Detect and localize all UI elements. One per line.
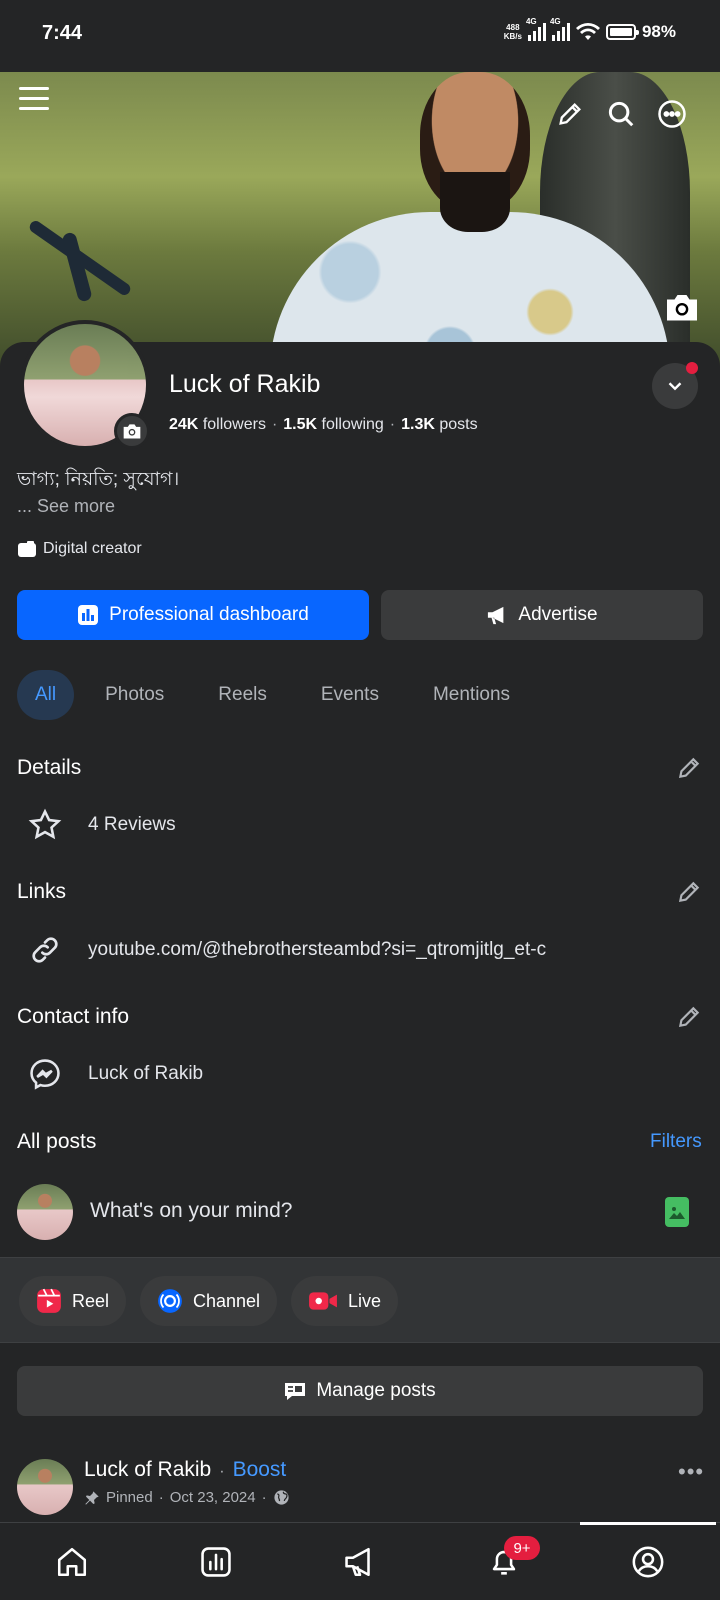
reel-icon: [37, 1288, 61, 1313]
photo-icon[interactable]: [665, 1197, 689, 1227]
post-date: Oct 23, 2024: [169, 1489, 256, 1506]
all-posts-title: All posts: [17, 1130, 97, 1153]
see-more-link[interactable]: ... See more: [17, 496, 115, 517]
battery-icon: [605, 24, 639, 40]
professional-dashboard-button[interactable]: Professional dashboard: [17, 590, 369, 640]
edit-contact-icon[interactable]: [676, 1004, 704, 1032]
dashboard-nav-icon[interactable]: [194, 1540, 238, 1584]
category-icon: [18, 541, 36, 557]
profile-stats: 24K followers · 1.5K following · 1.3K po…: [169, 416, 478, 434]
ads-nav-icon[interactable]: [338, 1540, 382, 1584]
messenger-icon: [24, 1053, 66, 1095]
edit-details-icon[interactable]: [676, 755, 704, 783]
tab-mentions[interactable]: Mentions: [410, 670, 533, 720]
signal-icon-2: 4G: [550, 17, 570, 41]
tab-reels[interactable]: Reels: [195, 670, 290, 720]
post-meta: Pinned · Oct 23, 2024 ·: [84, 1489, 290, 1506]
home-icon[interactable]: [50, 1540, 94, 1584]
dashboard-icon: [78, 605, 99, 625]
more-options-icon[interactable]: [654, 96, 690, 132]
wifi-icon: [575, 23, 600, 40]
status-time: 7:44: [42, 22, 83, 44]
reviews-row[interactable]: 4 Reviews: [24, 804, 176, 846]
contact-title: Contact info: [17, 1005, 130, 1028]
edit-links-icon[interactable]: [676, 879, 704, 907]
manage-posts-button[interactable]: Manage posts: [17, 1366, 703, 1416]
following-stat[interactable]: 1.5K following: [283, 416, 384, 434]
details-title: Details: [17, 756, 82, 779]
status-bar: 7:44 488 KB/s 4G 4G 98%: [0, 0, 720, 72]
menu-icon[interactable]: [18, 82, 50, 114]
notification-dot: [686, 362, 698, 374]
posts-stat[interactable]: 1.3K posts: [401, 416, 478, 434]
nav-indicator: [580, 1522, 716, 1525]
link-icon: [24, 929, 66, 971]
battery-level: 98%: [641, 22, 676, 41]
link-row[interactable]: youtube.com/@thebrothersteambd?si=_qtrom…: [24, 929, 546, 971]
tab-all[interactable]: All: [17, 670, 75, 720]
pin-icon: [85, 1490, 99, 1505]
filters-link[interactable]: Filters: [650, 1131, 702, 1153]
reel-button[interactable]: Reel: [19, 1276, 127, 1326]
post-author-name[interactable]: Luck of Rakib: [84, 1458, 211, 1482]
star-icon: [24, 804, 66, 846]
megaphone-icon: [488, 606, 504, 625]
chevron-down-icon: [668, 382, 682, 391]
content-tabs: All Photos Reels Events Mentions: [17, 670, 533, 720]
edit-profile-icon[interactable]: [552, 96, 588, 132]
status-icons: 488 KB/s 4G 4G 98%: [503, 17, 676, 42]
avatar-camera-icon[interactable]: [114, 413, 150, 449]
composer-avatar[interactable]: [17, 1184, 73, 1240]
live-button[interactable]: Live: [291, 1276, 399, 1326]
followers-stat[interactable]: 24K followers: [169, 416, 266, 434]
net-speed: 488 KB/s: [503, 23, 522, 41]
post-author-avatar[interactable]: [17, 1459, 73, 1515]
globe-icon: [274, 1490, 289, 1505]
search-icon[interactable]: [603, 96, 639, 132]
post-more-icon[interactable]: •••: [678, 1459, 704, 1485]
profile-nav-icon[interactable]: [626, 1540, 670, 1584]
manage-posts-icon: [285, 1383, 306, 1400]
boost-link[interactable]: Boost: [233, 1458, 287, 1482]
channel-icon: [158, 1289, 182, 1313]
tab-events[interactable]: Events: [298, 670, 402, 720]
signal-icon: 4G: [526, 17, 546, 41]
tab-photos[interactable]: Photos: [82, 670, 187, 720]
channel-button[interactable]: Channel: [140, 1276, 278, 1326]
live-video-icon: [309, 1292, 337, 1310]
cover-camera-icon[interactable]: [664, 291, 704, 327]
post-header: Luck of Rakib · Boost: [84, 1458, 287, 1482]
advertise-button[interactable]: Advertise: [381, 590, 703, 640]
composer-input[interactable]: What's on your mind?: [90, 1199, 292, 1223]
notification-badge: 9+: [504, 1536, 540, 1560]
profile-name: Luck of Rakib: [169, 370, 321, 398]
profile-category: Digital creator: [17, 540, 142, 558]
profile-bio: ভাগ্য; নিয়তি; সুযোগ।: [17, 469, 180, 490]
links-title: Links: [17, 880, 67, 903]
messenger-row[interactable]: Luck of Rakib: [24, 1053, 203, 1095]
